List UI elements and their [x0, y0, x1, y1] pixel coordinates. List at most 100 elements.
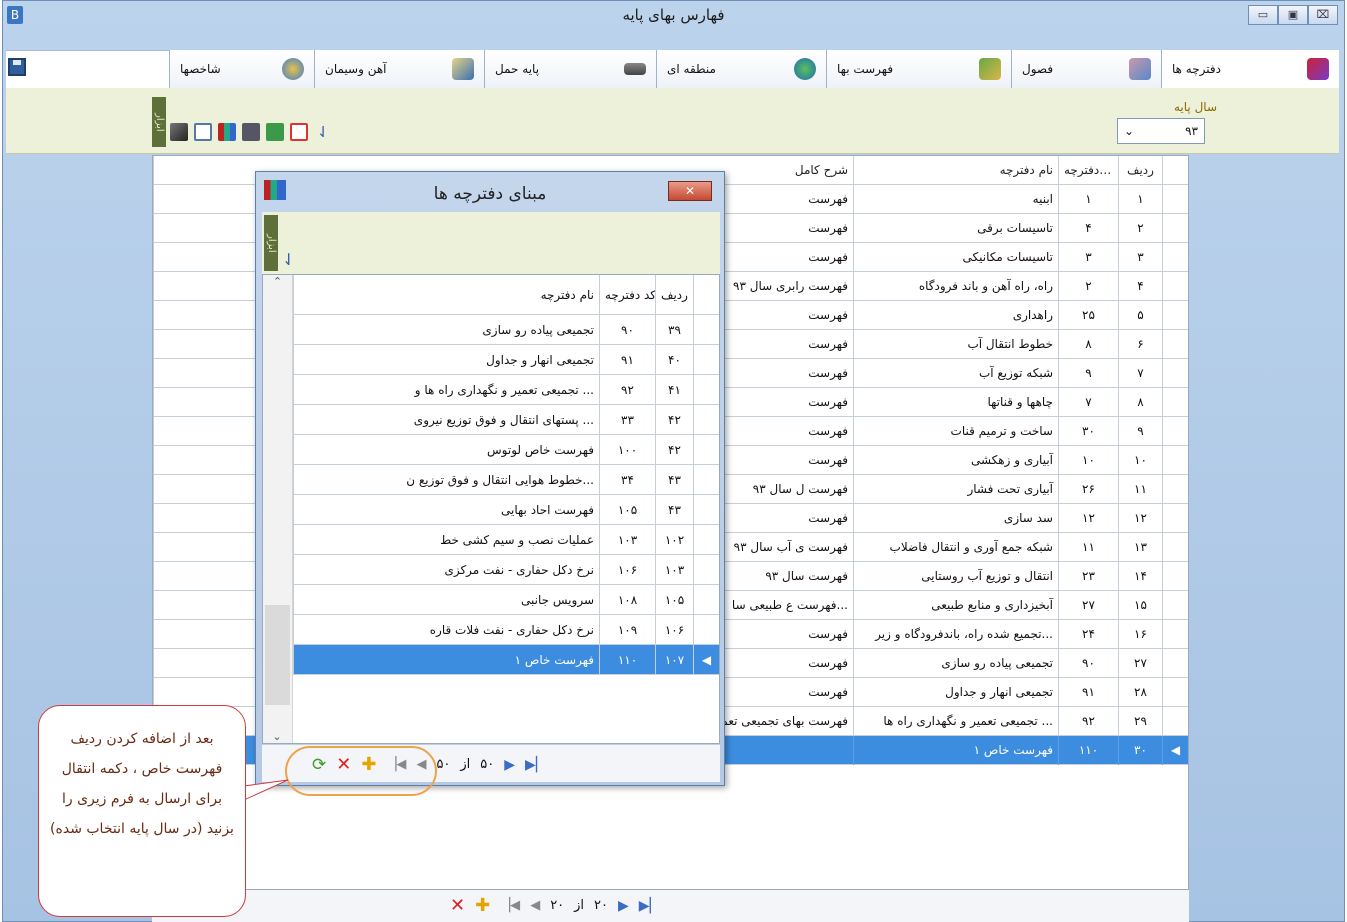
- cell-code[interactable]: ۱۰۶: [599, 555, 655, 585]
- sort-icon[interactable]: ⇃: [314, 123, 332, 141]
- cell-rid[interactable]: ۱۱: [1118, 475, 1162, 504]
- next-page-icon[interactable]: ▶: [504, 757, 515, 773]
- minimize-button[interactable]: ▭: [1248, 5, 1278, 25]
- cell-name[interactable]: تجمیع شده راه، باندفرودگاه و زیر...: [853, 620, 1058, 649]
- dialog-table-row[interactable]: ۱۰۵ ۱۰۸ سرویس جانبی: [293, 585, 719, 615]
- books-icon[interactable]: [218, 123, 236, 141]
- header-rid[interactable]: ردیف: [1118, 156, 1162, 185]
- row-indicator[interactable]: [1162, 272, 1188, 301]
- cell-code[interactable]: ۹۱: [599, 345, 655, 375]
- row-indicator[interactable]: [693, 465, 719, 495]
- cell-rid[interactable]: ۲۹: [1118, 707, 1162, 736]
- row-indicator[interactable]: [1162, 504, 1188, 533]
- scroll-thumb[interactable]: [265, 605, 290, 705]
- nav-page[interactable]: ۲۰: [550, 898, 564, 913]
- cell-code[interactable]: ۹۱: [1058, 678, 1118, 707]
- cell-code[interactable]: ۱۰۹: [599, 615, 655, 645]
- year-select[interactable]: ⌄ ۹۳: [1117, 118, 1205, 144]
- row-indicator[interactable]: [1162, 214, 1188, 243]
- row-indicator[interactable]: [693, 315, 719, 345]
- row-indicator[interactable]: [1162, 359, 1188, 388]
- cell-code[interactable]: ۲۴: [1058, 620, 1118, 649]
- cell-rid[interactable]: ۱۵: [1118, 591, 1162, 620]
- row-indicator[interactable]: [1162, 330, 1188, 359]
- header-name[interactable]: نام دفترچه: [853, 156, 1058, 185]
- cell-name[interactable]: تجمیعی تعمیر و نگهداری راه ها و ...: [293, 375, 599, 405]
- dialog-table-row[interactable]: ۴۱ ۹۲ تجمیعی تعمیر و نگهداری راه ها و ...: [293, 375, 719, 405]
- row-indicator[interactable]: [693, 345, 719, 375]
- save-icon[interactable]: [8, 58, 26, 76]
- last-page-icon[interactable]: ▶▏: [639, 898, 661, 914]
- cell-code[interactable]: ۲۷: [1058, 591, 1118, 620]
- cell-name[interactable]: آبیاری و زهکشی: [853, 446, 1058, 475]
- cell-name[interactable]: آبخیزداری و منابع طبیعی: [853, 591, 1058, 620]
- dialog-table-row[interactable]: ۴۲ ۱۰۰ فهرست خاص لوتوس: [293, 435, 719, 465]
- row-indicator[interactable]: [1162, 533, 1188, 562]
- row-indicator[interactable]: [1162, 185, 1188, 214]
- row-indicator[interactable]: [693, 495, 719, 525]
- cell-code[interactable]: ۲۳: [1058, 562, 1118, 591]
- tab-iron-cement[interactable]: آهن وسیمان: [314, 50, 484, 88]
- row-indicator[interactable]: [693, 375, 719, 405]
- cell-name[interactable]: تاسیسات مکانیکی: [853, 243, 1058, 272]
- cell-rid[interactable]: ۲: [1118, 214, 1162, 243]
- export-icon[interactable]: [266, 123, 284, 141]
- cell-name[interactable]: چاهها و قناتها: [853, 388, 1058, 417]
- row-indicator[interactable]: [1162, 446, 1188, 475]
- cell-code[interactable]: ۱۰۵: [599, 495, 655, 525]
- row-indicator[interactable]: [693, 435, 719, 465]
- cell-code[interactable]: ۱: [1058, 185, 1118, 214]
- cell-rid[interactable]: ۲۷: [1118, 649, 1162, 678]
- cell-name[interactable]: فهرست خاص ۱: [293, 645, 599, 675]
- cell-code[interactable]: ۱۰۸: [599, 585, 655, 615]
- cell-name[interactable]: شبکه توزیع آب: [853, 359, 1058, 388]
- prev-page-icon[interactable]: ◀: [530, 898, 540, 913]
- cell-rid[interactable]: ۱۰: [1118, 446, 1162, 475]
- tab-price-list[interactable]: فهرست بها: [826, 50, 1011, 88]
- cell-code[interactable]: ۹۲: [1058, 707, 1118, 736]
- tab-regional[interactable]: منطقه ای: [656, 50, 826, 88]
- delete-icon[interactable]: ✕: [450, 895, 465, 916]
- cell-code[interactable]: ۳: [1058, 243, 1118, 272]
- cell-name[interactable]: عملیات نصب و سیم کشی خط: [293, 525, 599, 555]
- cell-name[interactable]: فهرست خاص ۱: [853, 736, 1058, 765]
- cell-rid[interactable]: ۸: [1118, 388, 1162, 417]
- copy-icon[interactable]: [194, 123, 212, 141]
- cell-rid[interactable]: ۴۳: [655, 465, 693, 495]
- cell-rid[interactable]: ۴۱: [655, 375, 693, 405]
- dialog-table-row[interactable]: ۴۰ ۹۱ تجمیعی انهار و جداول: [293, 345, 719, 375]
- cell-code[interactable]: ۱۱۰: [1058, 736, 1118, 765]
- cell-rid[interactable]: ۱۲: [1118, 504, 1162, 533]
- cell-rid[interactable]: ۳۹: [655, 315, 693, 345]
- dheader-name[interactable]: نام دفترچه: [293, 275, 599, 315]
- row-indicator[interactable]: ◀: [693, 645, 719, 675]
- row-indicator[interactable]: [1162, 707, 1188, 736]
- cell-name[interactable]: خطوط هوایی انتقال و فوق توزیع ن...: [293, 465, 599, 495]
- row-indicator[interactable]: [1162, 678, 1188, 707]
- cell-name[interactable]: انتقال و توزیع آب روستایی: [853, 562, 1058, 591]
- cell-rid[interactable]: ۴: [1118, 272, 1162, 301]
- cell-rid[interactable]: ۱۶: [1118, 620, 1162, 649]
- row-indicator[interactable]: [1162, 243, 1188, 272]
- header-code[interactable]: کد دفترچه: [1058, 156, 1118, 185]
- dialog-table-row[interactable]: ۴۳ ۳۴ خطوط هوایی انتقال و فوق توزیع ن...: [293, 465, 719, 495]
- cell-code[interactable]: ۲۶: [1058, 475, 1118, 504]
- cell-code[interactable]: ۲۵: [1058, 301, 1118, 330]
- cell-rid[interactable]: ۵: [1118, 301, 1162, 330]
- cell-rid[interactable]: ۳: [1118, 243, 1162, 272]
- dialog-table-row[interactable]: ۴۳ ۱۰۵ فهرست احاد بهایی: [293, 495, 719, 525]
- cell-name[interactable]: آبیاری تحت فشار: [853, 475, 1058, 504]
- cell-name[interactable]: تجمیعی تعمیر و نگهداری راه ها ...: [853, 707, 1058, 736]
- cell-rid[interactable]: ۴۰: [655, 345, 693, 375]
- row-indicator[interactable]: [1162, 301, 1188, 330]
- cell-code[interactable]: ۸: [1058, 330, 1118, 359]
- next-page-icon[interactable]: ▶: [618, 898, 629, 914]
- cell-name[interactable]: تاسیسات برقی: [853, 214, 1058, 243]
- sort-icon[interactable]: ⇃: [282, 250, 295, 269]
- add-icon[interactable]: ✚: [475, 895, 490, 916]
- cell-name[interactable]: نرخ دکل حفاری - نفت مرکزی: [293, 555, 599, 585]
- dialog-table-row[interactable]: ۱۰۲ ۱۰۳ عملیات نصب و سیم کشی خط: [293, 525, 719, 555]
- cell-name[interactable]: ساخت و ترمیم قنات: [853, 417, 1058, 446]
- cell-code[interactable]: ۲: [1058, 272, 1118, 301]
- cell-code[interactable]: ۳۰: [1058, 417, 1118, 446]
